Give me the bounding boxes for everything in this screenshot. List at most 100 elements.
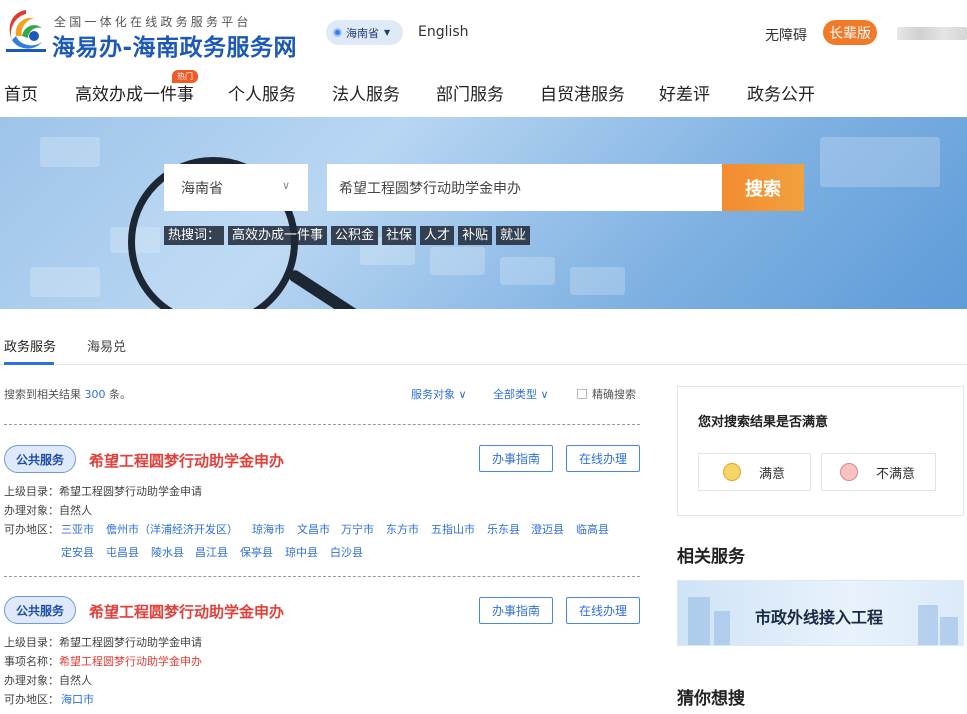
result-title-link[interactable]: 希望工程圆梦行动助学金申办 xyxy=(89,450,284,471)
related-service-title[interactable]: 市政外线接入工程 xyxy=(755,604,883,628)
sad-face-icon xyxy=(840,463,858,481)
nav-legal-person[interactable]: 法人服务 xyxy=(332,80,400,105)
nav-ftp-service[interactable]: 自贸港服务 xyxy=(540,80,625,105)
hot-word[interactable]: 就业 xyxy=(496,226,531,245)
result-item-name: 事项名称：希望工程圆梦行动助学金申办 xyxy=(4,653,202,669)
chevron-down-icon: ∨ xyxy=(540,388,549,401)
filter-type-dropdown[interactable]: 全部类型 ∨ xyxy=(493,386,549,402)
region-select-value: 海南省 xyxy=(181,180,223,197)
satisfied-label: 满意 xyxy=(759,466,786,482)
parent-label: 上级目录： xyxy=(4,636,59,649)
search-button[interactable]: 搜索 xyxy=(722,164,804,211)
nav-gov-open[interactable]: 政务公开 xyxy=(747,80,815,105)
target-label: 办理对象： xyxy=(4,674,59,687)
parent-label: 上级目录： xyxy=(4,485,59,498)
nav-personal[interactable]: 个人服务 xyxy=(228,80,296,105)
area-label: 可办地区： xyxy=(4,693,59,706)
result-parent: 上级目录：希望工程圆梦行动助学金申请 xyxy=(4,634,202,650)
result-target: 办理对象：自然人 xyxy=(4,672,92,688)
guide-button[interactable]: 办事指南 xyxy=(479,445,553,472)
service-type-badge: 公共服务 xyxy=(4,596,76,624)
unsatisfied-button[interactable]: 不满意 xyxy=(821,453,936,491)
filter-target-dropdown[interactable]: 服务对象 ∨ xyxy=(411,386,467,402)
online-handle-button[interactable]: 在线办理 xyxy=(566,597,640,624)
smiley-icon xyxy=(723,463,741,481)
online-handle-button[interactable]: 在线办理 xyxy=(566,445,640,472)
exact-search-toggle[interactable]: 精确搜索 xyxy=(577,386,636,402)
site-logo-icon[interactable] xyxy=(4,6,48,54)
logo-title[interactable]: 海易办-海南政务服务网 xyxy=(52,28,297,62)
parent-value: 希望工程圆梦行动助学金申请 xyxy=(59,636,202,649)
nav-department[interactable]: 部门服务 xyxy=(436,80,504,105)
related-services-heading: 相关服务 xyxy=(677,547,745,567)
item-value: 希望工程圆梦行动助学金申办 xyxy=(59,655,202,668)
result-parent: 上级目录：希望工程圆梦行动助学金申请 xyxy=(4,483,202,499)
hot-word[interactable]: 补贴 xyxy=(458,226,493,245)
exact-search-checkbox[interactable] xyxy=(577,389,587,399)
exact-search-label: 精确搜索 xyxy=(592,388,636,401)
hot-search-label: 热搜词： xyxy=(164,226,225,245)
result-summary-suffix: 条。 xyxy=(109,388,131,401)
area-link[interactable]: 澄迈县 xyxy=(531,521,564,537)
chevron-down-icon: ∨ xyxy=(281,179,290,192)
user-info-blurred[interactable] xyxy=(897,27,967,40)
hot-word[interactable]: 社保 xyxy=(382,226,417,245)
nav-one-thing[interactable]: 高效办成一件事 xyxy=(75,80,194,105)
satisfaction-question: 您对搜索结果是否满意 xyxy=(698,415,829,430)
area-link[interactable]: 五指山市 xyxy=(431,521,475,537)
guide-button[interactable]: 办事指南 xyxy=(479,597,553,624)
site-header: 全国一体化在线政务服务平台 海易办-海南政务服务网 海南省 ▼ English … xyxy=(0,0,967,66)
area-link[interactable]: 乐东县 xyxy=(487,521,520,537)
result-count: 300 xyxy=(84,388,106,401)
area-link[interactable]: 定安县 xyxy=(61,544,94,560)
unsatisfied-label: 不满意 xyxy=(876,466,916,482)
chevron-down-icon: ∨ xyxy=(458,388,467,401)
nav-home[interactable]: 首页 xyxy=(4,80,38,105)
area-link[interactable]: 昌江县 xyxy=(195,544,228,560)
english-link[interactable]: English xyxy=(418,24,469,40)
region-pill-label: 海南省 xyxy=(346,26,379,40)
hot-badge: 热门 xyxy=(172,70,198,83)
area-link[interactable]: 海口市 xyxy=(61,691,94,707)
area-link[interactable]: 儋州市（洋浦经济开发区） xyxy=(106,521,238,537)
hot-word[interactable]: 高效办成一件事 xyxy=(228,226,328,245)
elder-mode-button[interactable]: 长辈版 xyxy=(823,20,877,45)
satisfied-button[interactable]: 满意 xyxy=(698,453,811,491)
guess-search-heading: 猜你想搜 xyxy=(677,689,745,709)
area-link[interactable]: 屯昌县 xyxy=(106,544,139,560)
filter-type-label: 全部类型 xyxy=(493,388,537,401)
area-link[interactable]: 文昌市 xyxy=(297,521,330,537)
hot-search-row: 热搜词： 高效办成一件事 公积金 社保 人才 补贴 就业 xyxy=(164,226,531,245)
region-switcher[interactable]: 海南省 ▼ xyxy=(326,20,403,45)
target-value: 自然人 xyxy=(59,504,92,517)
nav-evaluation[interactable]: 好差评 xyxy=(659,80,710,105)
hot-word[interactable]: 公积金 xyxy=(331,226,379,245)
tab-haiyidui[interactable]: 海易兑 xyxy=(87,336,126,355)
hot-word[interactable]: 人才 xyxy=(420,226,455,245)
area-link[interactable]: 东方市 xyxy=(386,521,419,537)
region-select[interactable]: 海南省 ∨ xyxy=(164,164,308,211)
tab-gov-service[interactable]: 政务服务 xyxy=(4,336,56,355)
area-link[interactable]: 三亚市 xyxy=(61,521,94,537)
area-link[interactable]: 陵水县 xyxy=(151,544,184,560)
divider xyxy=(4,576,640,577)
satisfaction-panel: 您对搜索结果是否满意 满意 不满意 xyxy=(677,386,964,516)
search-input[interactable]: 希望工程圆梦行动助学金申办 xyxy=(327,164,722,211)
result-summary-prefix: 搜索到相关结果 xyxy=(4,388,81,401)
area-link[interactable]: 白沙县 xyxy=(330,544,363,560)
filter-target-label: 服务对象 xyxy=(411,388,455,401)
result-title-link[interactable]: 希望工程圆梦行动助学金申办 xyxy=(89,601,284,622)
target-label: 办理对象： xyxy=(4,504,59,517)
area-link[interactable]: 万宁市 xyxy=(341,521,374,537)
caret-down-icon: ▼ xyxy=(384,28,391,37)
main-nav: 首页 高效办成一件事 个人服务 法人服务 部门服务 自贸港服务 好差评 政务公开 xyxy=(0,72,967,112)
area-label: 可办地区： xyxy=(4,523,59,536)
active-tab-indicator xyxy=(4,362,54,365)
area-link[interactable]: 琼中县 xyxy=(285,544,318,560)
accessibility-link[interactable]: 无障碍 xyxy=(765,25,807,45)
parent-value: 希望工程圆梦行动助学金申请 xyxy=(59,485,202,498)
area-link[interactable]: 保亭县 xyxy=(240,544,273,560)
area-link[interactable]: 琼海市 xyxy=(252,521,285,537)
search-banner: 海南省 ∨ 希望工程圆梦行动助学金申办 搜索 热搜词： 高效办成一件事 公积金 … xyxy=(0,117,967,309)
area-link[interactable]: 临高县 xyxy=(576,521,609,537)
